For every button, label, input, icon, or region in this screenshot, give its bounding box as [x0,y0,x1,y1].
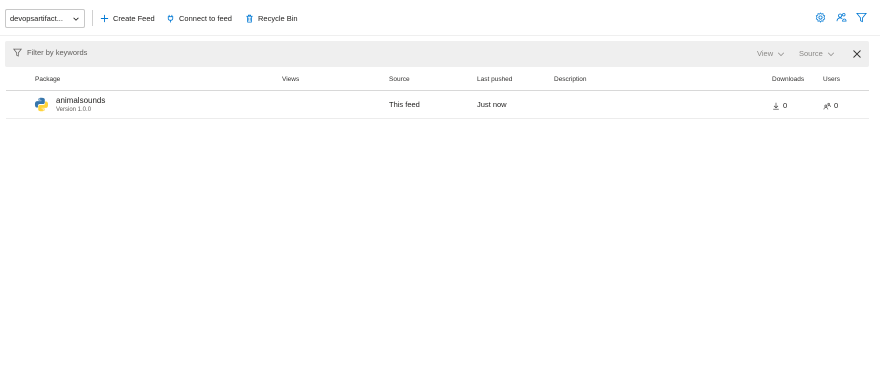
recycle-bin-label: Recycle Bin [258,13,298,23]
view-filter-label: View [757,49,774,58]
package-users: 0 [823,101,838,110]
keyword-filter-input[interactable]: Filter by keywords [13,48,87,57]
permissions-icon[interactable] [836,12,847,23]
feed-toolbar: devopsartifact... Create Feed Connect to… [0,0,880,36]
settings-gear-icon[interactable] [815,12,826,23]
plus-icon [100,14,109,22]
python-icon [34,97,49,112]
table-row[interactable]: animalsounds Version 1.0.0 This feed Jus… [6,91,869,119]
column-header-package[interactable]: Package [35,76,60,83]
column-header-downloads[interactable]: Downloads [772,76,804,83]
chevron-down-icon [827,52,834,56]
create-feed-button[interactable]: Create Feed [100,11,155,25]
column-header-source[interactable]: Source [389,76,410,83]
feed-selector-label: devopsartifact... [10,14,63,23]
package-feed-page: devopsartifact... Create Feed Connect to… [0,0,880,385]
filter-icon[interactable] [856,12,867,23]
recycle-bin-icon [246,14,253,23]
connect-to-feed-button[interactable]: Connect to feed [166,11,232,25]
package-table-header: Package Views Source Last pushed Descrip… [6,72,869,91]
close-icon[interactable] [852,49,862,59]
users-icon [823,102,831,109]
recycle-bin-button[interactable]: Recycle Bin [245,11,298,25]
toolbar-divider [92,10,93,26]
chevron-down-icon [73,17,79,21]
feed-selector-dropdown[interactable]: devopsartifact... [5,9,85,28]
package-downloads-count: 0 [783,101,788,110]
source-filter-dropdown[interactable]: Source [799,49,835,58]
column-header-last-pushed[interactable]: Last pushed [477,76,512,83]
column-header-views[interactable]: Views [282,76,299,83]
keyword-filter-bar: Filter by keywords View Source [5,41,869,67]
create-feed-label: Create Feed [113,13,155,23]
package-version: Version 1.0.0 [56,107,92,113]
column-header-description: Description [554,76,587,83]
package-users-count: 0 [834,101,839,110]
package-downloads: 0 [772,101,787,110]
column-header-users[interactable]: Users [823,76,840,83]
plug-icon [167,14,174,23]
view-filter-dropdown[interactable]: View [757,49,785,58]
package-name[interactable]: animalsounds [56,96,105,105]
keyword-filter-placeholder: Filter by keywords [27,48,88,57]
download-icon [773,102,779,110]
package-last-pushed: Just now [477,100,507,109]
chevron-down-icon [778,52,785,56]
source-filter-label: Source [799,49,823,58]
connect-to-feed-label: Connect to feed [179,13,232,23]
package-source: This feed [389,100,420,109]
filter-icon [13,48,22,57]
